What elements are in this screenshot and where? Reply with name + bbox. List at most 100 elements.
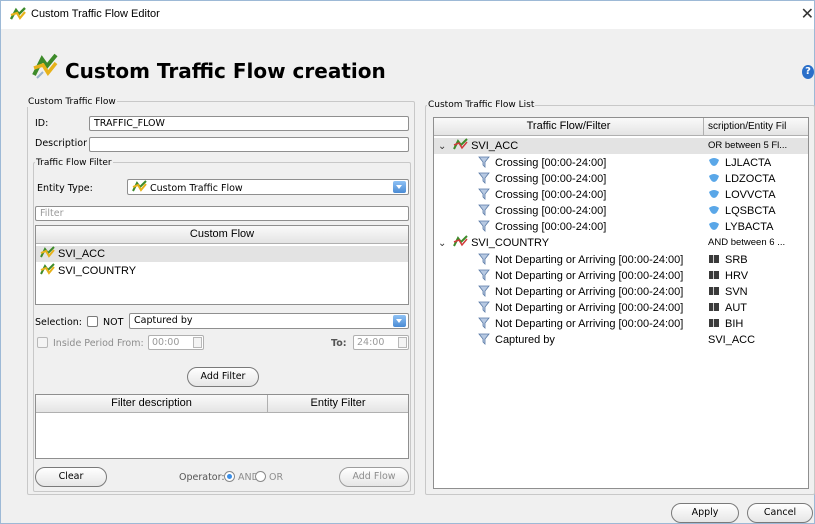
tree-child-row[interactable]: Not Departing or Arriving [00:00-24:00] …: [434, 316, 808, 332]
custom-traffic-flow-legend: Custom Traffic Flow: [27, 97, 117, 107]
or-radio[interactable]: [255, 471, 266, 482]
spinner-arrows-icon[interactable]: [398, 337, 407, 348]
selection-value: Captured by: [134, 315, 193, 326]
tree-child-row[interactable]: Crossing [00:00-24:00] LDZOCTA: [434, 171, 808, 187]
tree-child-entity: LOVVCTA: [708, 187, 776, 203]
tree-child-label: Not Departing or Arriving [00:00-24:00]: [495, 286, 684, 298]
tree-child-label: Crossing [00:00-24:00]: [495, 157, 607, 169]
custom-flow-icon: [40, 263, 55, 275]
app-flow-icon: [10, 7, 26, 20]
airspace-icon: [709, 190, 719, 198]
tree-child-row[interactable]: Not Departing or Arriving [00:00-24:00] …: [434, 268, 808, 284]
tree-child-label: Crossing [00:00-24:00]: [495, 189, 607, 201]
and-radio[interactable]: [224, 471, 235, 482]
filter-table: Filter description Entity Filter: [35, 394, 409, 459]
tree-group-summary: AND between 6 ...: [708, 237, 786, 248]
period-to-value: 24:00: [357, 337, 385, 348]
traffic-flow-filter-header[interactable]: Traffic Flow/Filter: [434, 118, 704, 136]
period-from-spinner[interactable]: 00:00: [148, 335, 204, 350]
tree-child-label: Not Departing or Arriving [00:00-24:00]: [495, 318, 684, 330]
tree-child-entity: SRB: [708, 252, 748, 268]
selection-label: Selection:: [35, 317, 82, 328]
tree-child-label: Captured by: [495, 334, 555, 346]
tree-child-label: Not Departing or Arriving [00:00-24:00]: [495, 254, 684, 266]
inside-period-checkbox[interactable]: [37, 337, 48, 348]
chevron-down-icon[interactable]: [393, 315, 406, 327]
tree-group-row[interactable]: ⌄ SVI_COUNTRY AND between 6 ...: [434, 235, 808, 252]
add-filter-button[interactable]: Add Filter: [187, 367, 259, 387]
country-flag-icon: [709, 255, 719, 263]
tree-child-entity: LDZOCTA: [708, 171, 776, 187]
tree-child-row[interactable]: Not Departing or Arriving [00:00-24:00] …: [434, 252, 808, 268]
custom-flow-icon: [453, 235, 468, 247]
custom-traffic-flow-list-legend: Custom Traffic Flow List: [427, 100, 536, 110]
airspace-icon: [709, 206, 719, 214]
chevron-down-icon[interactable]: [393, 181, 406, 193]
cancel-button[interactable]: Cancel: [747, 503, 813, 523]
custom-flow-header[interactable]: Custom Flow: [36, 226, 408, 244]
list-item[interactable]: SVI_ACC: [36, 246, 408, 262]
period-to-spinner[interactable]: 24:00: [353, 335, 409, 350]
tree-child-row[interactable]: Crossing [00:00-24:00] LYBACTA: [434, 219, 808, 235]
tree-child-row[interactable]: Not Departing or Arriving [00:00-24:00] …: [434, 300, 808, 316]
page-title: Custom Traffic Flow creation: [65, 59, 386, 83]
tree-group-summary: OR between 5 Fl...: [708, 140, 788, 151]
entity-type-select[interactable]: Custom Traffic Flow: [127, 179, 409, 195]
tree-group-label: SVI_ACC: [471, 140, 519, 152]
tree-child-label: Crossing [00:00-24:00]: [495, 173, 607, 185]
filter-description-header[interactable]: Filter description: [36, 395, 268, 413]
entity-filter-header[interactable]: Entity Filter: [268, 395, 408, 413]
traffic-flow-tree: Traffic Flow/Filter scription/Entity Fil…: [433, 117, 809, 489]
country-flag-icon: [709, 319, 719, 327]
clear-button[interactable]: Clear: [35, 467, 107, 487]
inside-period-label: Inside Period From:: [53, 338, 144, 349]
help-icon[interactable]: ?: [802, 65, 814, 79]
filter-funnel-icon: [478, 204, 490, 216]
filter-funnel-icon: [478, 301, 490, 313]
tree-child-label: Not Departing or Arriving [00:00-24:00]: [495, 302, 684, 314]
close-icon[interactable]: ✕: [801, 4, 814, 23]
tree-child-entity: BIH: [708, 316, 743, 332]
entity-type-label: Entity Type:: [37, 183, 93, 194]
filter-funnel-icon: [478, 253, 490, 265]
chevron-down-icon[interactable]: ⌄: [438, 139, 450, 155]
or-label: OR: [269, 472, 284, 483]
description-entity-filter-header[interactable]: scription/Entity Fil: [704, 118, 808, 136]
tree-child-row[interactable]: Captured by SVI_ACC: [434, 332, 808, 348]
filter-funnel-icon: [478, 333, 490, 345]
apply-button[interactable]: Apply: [671, 503, 739, 523]
spinner-arrows-icon[interactable]: [193, 337, 202, 348]
description-field[interactable]: [89, 137, 409, 152]
period-from-value: 00:00: [152, 337, 180, 348]
tree-child-entity: SVN: [708, 284, 748, 300]
tree-child-row[interactable]: Crossing [00:00-24:00] LOVVCTA: [434, 187, 808, 203]
tree-child-entity: LJLACTA: [708, 155, 771, 171]
description-label: Descriptior: [35, 138, 87, 149]
selection-select[interactable]: Captured by: [129, 313, 409, 329]
flow-creation-icon: [32, 53, 58, 79]
list-item[interactable]: SVI_COUNTRY: [36, 263, 408, 279]
tree-child-label: Not Departing or Arriving [00:00-24:00]: [495, 270, 684, 282]
editor-window: Custom Traffic Flow Editor ✕ Custom Traf…: [0, 0, 815, 524]
country-flag-icon: [709, 271, 719, 279]
tree-child-row[interactable]: Crossing [00:00-24:00] LQSBCTA: [434, 203, 808, 219]
add-flow-button[interactable]: Add Flow: [339, 467, 409, 487]
filter-funnel-icon: [478, 156, 490, 168]
filter-funnel-icon: [478, 172, 490, 184]
to-label: To:: [331, 338, 347, 349]
entity-type-value: Custom Traffic Flow: [150, 183, 243, 194]
title-bar: Custom Traffic Flow Editor ✕: [1, 1, 814, 29]
airspace-icon: [709, 222, 719, 230]
airspace-icon: [709, 174, 719, 182]
not-checkbox[interactable]: [87, 316, 98, 327]
window-title: Custom Traffic Flow Editor: [31, 8, 160, 20]
filter-funnel-icon: [478, 285, 490, 297]
tree-child-row[interactable]: Crossing [00:00-24:00] LJLACTA: [434, 155, 808, 171]
tree-child-row[interactable]: Not Departing or Arriving [00:00-24:00] …: [434, 284, 808, 300]
chevron-down-icon[interactable]: ⌄: [438, 236, 450, 252]
id-field[interactable]: TRAFFIC_FLOW: [89, 116, 409, 131]
tree-child-entity: AUT: [708, 300, 747, 316]
filter-input[interactable]: Filter: [35, 206, 409, 221]
tree-group-row[interactable]: ⌄ SVI_ACC OR between 5 Fl...: [434, 138, 808, 155]
traffic-flow-filter-legend: Traffic Flow Filter: [35, 158, 113, 168]
